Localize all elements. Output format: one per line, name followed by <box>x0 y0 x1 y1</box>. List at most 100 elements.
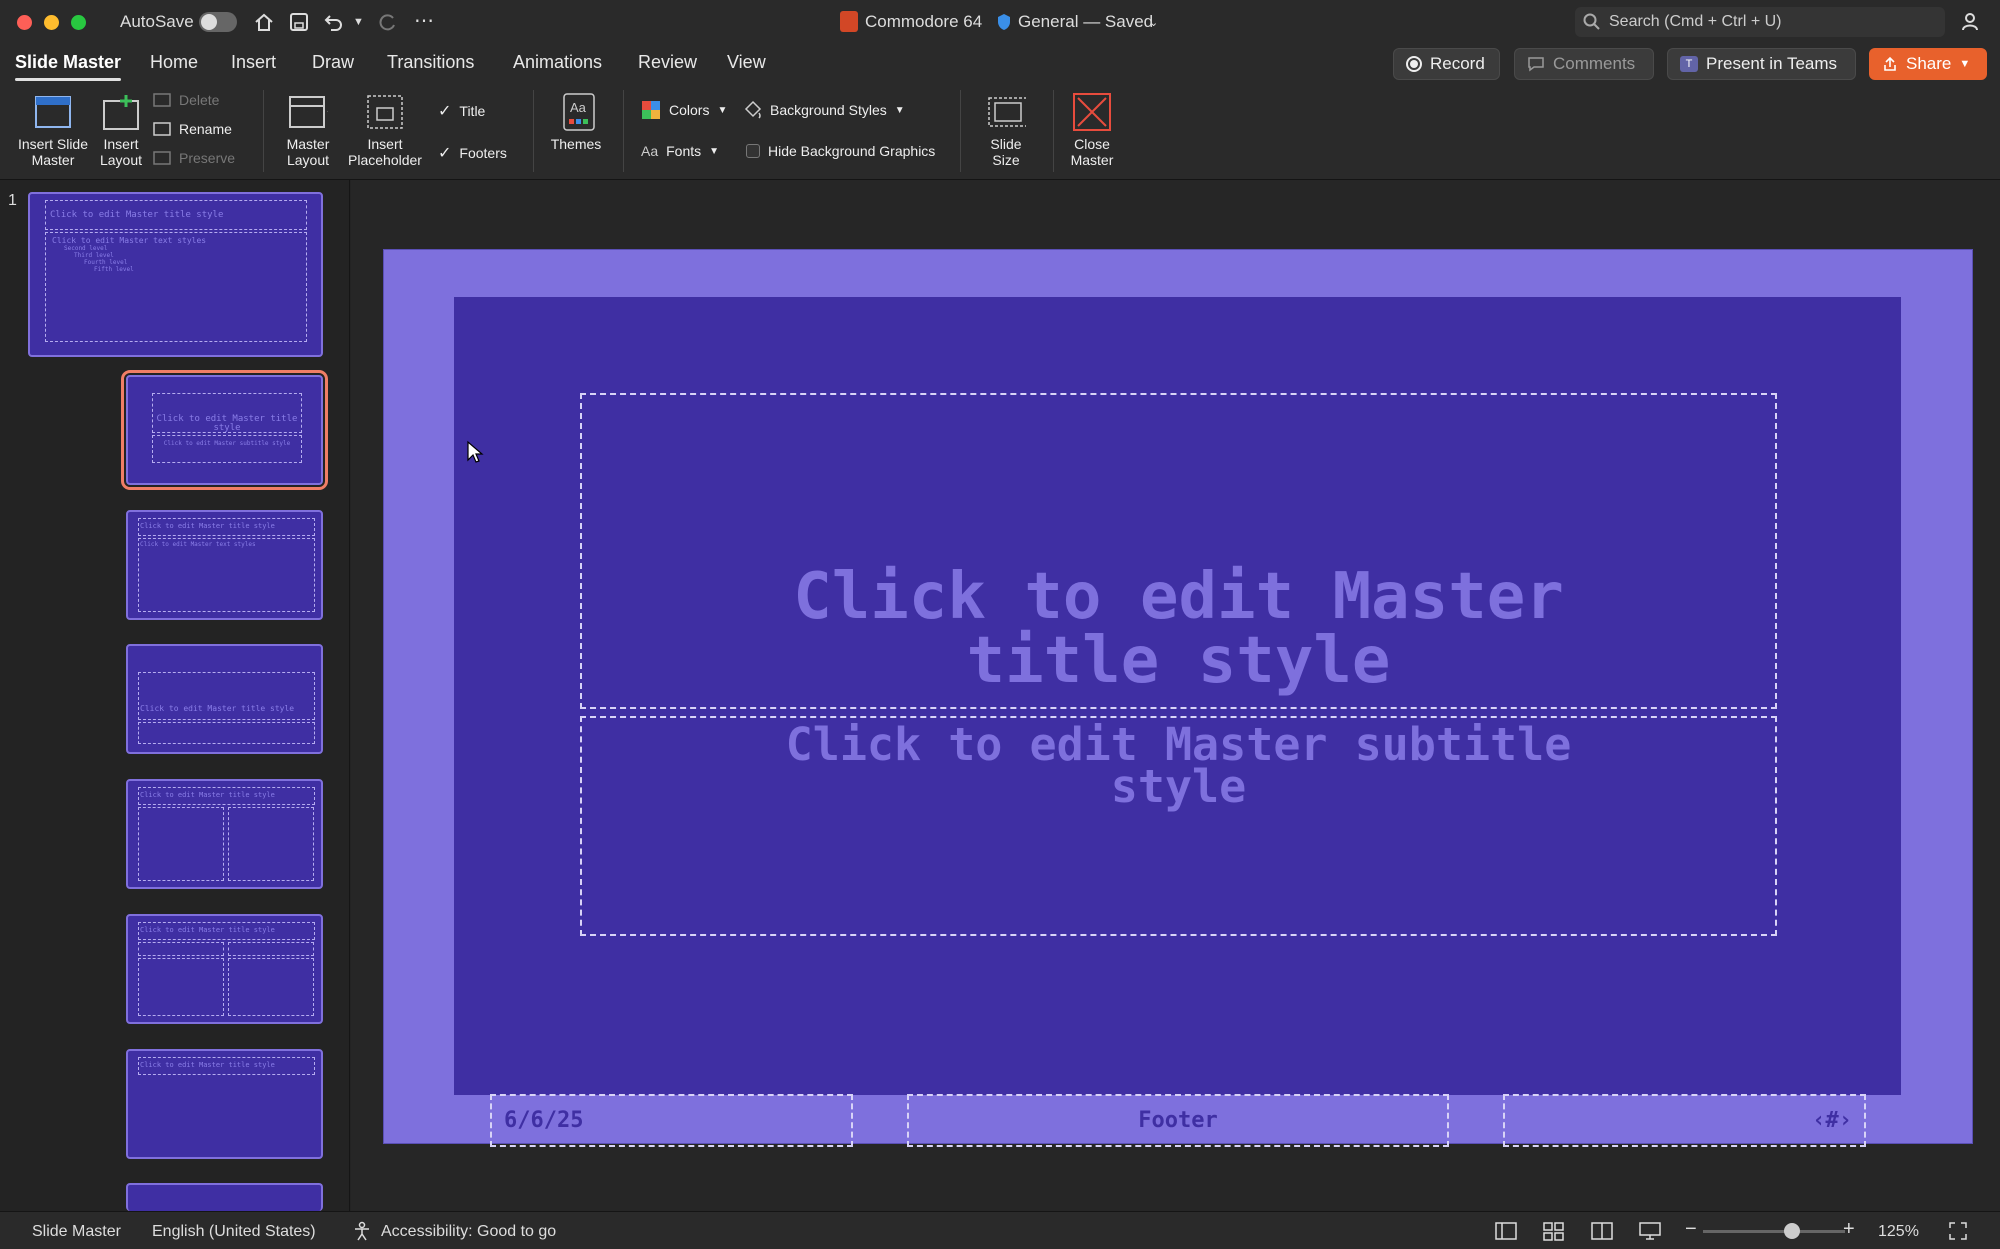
preserve-button[interactable]: Preserve <box>153 150 235 166</box>
chevron-down-icon[interactable]: ⌄ <box>1149 16 1158 29</box>
reading-view-icon[interactable] <box>1591 1221 1613 1241</box>
insert-slide-master-icon <box>33 92 73 132</box>
background-styles-dropdown[interactable]: Background Styles ▼ <box>744 100 905 120</box>
delete-button[interactable]: Delete <box>153 92 219 108</box>
zoom-level[interactable]: 125% <box>1878 1223 1919 1241</box>
share-button[interactable]: Share ▼ <box>1869 48 1987 80</box>
thumbnail-layout-title-only[interactable]: Click to edit Master title style <box>126 1049 323 1159</box>
colors-dropdown[interactable]: Colors ▼ <box>641 100 727 120</box>
zoom-window-button[interactable] <box>71 15 86 30</box>
zoom-in-icon[interactable]: + <box>1843 1218 1855 1241</box>
footer-placeholder[interactable]: Footer <box>907 1094 1449 1147</box>
fit-to-window-icon[interactable] <box>1948 1221 1968 1241</box>
close-window-button[interactable] <box>17 15 32 30</box>
date-placeholder[interactable]: 6/6/25 <box>490 1094 853 1147</box>
tab-transitions[interactable]: Transitions <box>387 52 474 73</box>
accessibility-icon[interactable] <box>352 1221 372 1241</box>
hide-bg-label: Hide Background Graphics <box>768 143 936 159</box>
home-icon[interactable] <box>253 11 275 33</box>
thumb-title-text: Click to edit Master title style <box>140 1061 275 1069</box>
tab-draw[interactable]: Draw <box>312 52 354 73</box>
tab-slide-master[interactable]: Slide Master <box>15 52 122 81</box>
rename-button[interactable]: Rename <box>153 121 232 137</box>
save-icon[interactable] <box>288 11 310 33</box>
subtitle-placeholder[interactable]: Click to edit Master subtitle style <box>580 716 1777 936</box>
record-button[interactable]: Record <box>1393 48 1500 80</box>
thumb-level3-text: Third level <box>74 252 114 259</box>
thumb-title-text: Click to edit Master title style <box>140 791 275 799</box>
thumbnail-slide-master[interactable]: Click to edit Master title style Click t… <box>28 192 323 357</box>
themes-label: Themes <box>550 136 602 152</box>
insert-layout-icon <box>101 92 141 132</box>
title-checkbox[interactable]: ✓ Title <box>438 101 485 121</box>
status-view: Slide Master <box>32 1223 121 1240</box>
thumb-title-text: Click to edit Master title style <box>156 414 298 433</box>
slide-size-icon <box>986 92 1026 132</box>
title-placeholder[interactable]: Click to edit Master title style <box>580 393 1777 709</box>
undo-icon[interactable] <box>323 11 345 33</box>
thumb-subtitle-text: Click to edit Master subtitle style <box>163 440 291 447</box>
footers-checkbox[interactable]: ✓ Footers <box>438 143 507 163</box>
slideshow-icon[interactable] <box>1639 1221 1661 1241</box>
tab-review[interactable]: Review <box>638 52 697 73</box>
saved-status[interactable]: General — Saved <box>1018 12 1153 32</box>
thumb-title-text: Click to edit Master title style <box>140 704 295 713</box>
insert-slide-master-button[interactable]: Insert Slide Master <box>12 92 94 168</box>
share-label: Share <box>1906 54 1952 73</box>
thumbnail-layout-blank[interactable] <box>126 1183 323 1211</box>
themes-button[interactable]: Aa Themes <box>546 92 606 152</box>
share-icon <box>1884 56 1896 71</box>
thumbnail-layout-two-content[interactable]: Click to edit Master title style <box>126 779 323 889</box>
status-language[interactable]: English (United States) <box>152 1223 316 1241</box>
slide[interactable]: Click to edit Master title style Click t… <box>383 249 1973 1147</box>
more-icon[interactable]: ⋯ <box>414 8 434 33</box>
thumbnail-layout-section[interactable]: Click to edit Master title style <box>126 644 323 754</box>
insert-layout-button[interactable]: Insert Layout <box>96 92 146 168</box>
search-icon <box>1583 13 1600 30</box>
thumbnail-layout-comparison[interactable]: Click to edit Master title style <box>126 914 323 1024</box>
normal-view-icon[interactable] <box>1495 1221 1517 1241</box>
minimize-window-button[interactable] <box>44 15 59 30</box>
subtitle-line-2: style <box>1110 760 1247 813</box>
redo-icon[interactable] <box>376 11 398 33</box>
tab-home[interactable]: Home <box>150 52 198 73</box>
background-styles-label: Background Styles <box>770 102 887 118</box>
hide-background-graphics-checkbox[interactable]: Hide Background Graphics <box>746 143 935 159</box>
slide-number-placeholder[interactable]: ‹#› <box>1503 1094 1866 1147</box>
autosave-toggle[interactable] <box>199 12 237 32</box>
present-in-teams-button[interactable]: T Present in Teams <box>1667 48 1856 80</box>
close-master-label-1: Close <box>1074 136 1110 152</box>
thumbnail-panel[interactable]: 1 Click to edit Master title style Click… <box>0 180 350 1211</box>
undo-dropdown-icon[interactable]: ▼ <box>353 16 364 28</box>
checkbox-icon <box>746 144 760 158</box>
thumb-title-text: Click to edit Master title style <box>50 210 224 220</box>
fonts-dropdown[interactable]: Aa Fonts ▼ <box>641 143 719 159</box>
zoom-slider[interactable] <box>1703 1223 1845 1239</box>
master-layout-button[interactable]: Master Layout <box>277 92 339 168</box>
slide-number-text: ‹#› <box>1812 1108 1852 1133</box>
zoom-slider-thumb[interactable] <box>1784 1223 1801 1239</box>
thumb-level5-text: Fifth level <box>94 266 134 273</box>
comments-button[interactable]: Comments <box>1514 48 1654 80</box>
colors-icon <box>642 101 660 119</box>
tab-insert[interactable]: Insert <box>231 52 276 73</box>
title-line-2: title style <box>966 624 1391 698</box>
slide-size-button[interactable]: Slide Size <box>973 92 1039 168</box>
tab-view[interactable]: View <box>727 52 766 73</box>
search-input[interactable]: Search (Cmd + Ctrl + U) <box>1575 7 1945 37</box>
slide-sorter-icon[interactable] <box>1543 1221 1565 1241</box>
status-accessibility[interactable]: Accessibility: Good to go <box>381 1223 556 1241</box>
thumb-title-text: Click to edit Master title style <box>140 522 275 530</box>
insert-placeholder-button[interactable]: Insert Placeholder <box>344 92 426 168</box>
checkmark-icon: ✓ <box>438 145 452 162</box>
thumbnail-layout-content[interactable]: Click to edit Master title style Click t… <box>126 510 323 620</box>
account-icon[interactable] <box>1960 10 1984 34</box>
themes-icon: Aa <box>556 92 596 132</box>
zoom-out-icon[interactable]: − <box>1685 1218 1697 1241</box>
tab-animations[interactable]: Animations <box>513 52 602 73</box>
colors-label: Colors <box>669 102 710 118</box>
close-master-button[interactable]: Close Master <box>1062 92 1122 168</box>
footer-text: Footer <box>1138 1108 1218 1133</box>
thumbnail-layout-title[interactable]: Click to edit Master title style Click t… <box>121 370 328 490</box>
master-layout-label-2: Layout <box>286 152 330 168</box>
